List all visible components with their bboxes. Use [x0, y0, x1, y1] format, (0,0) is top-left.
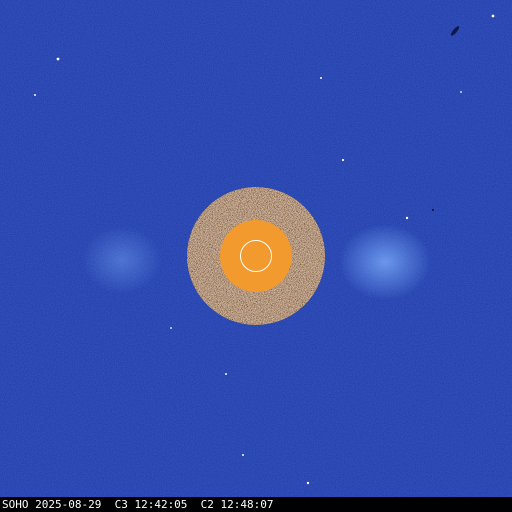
timestamp-caption: SOHO 2025-08-29 C3 12:42:05 C2 12:48:07: [2, 498, 274, 511]
west-coronal-glow: [82, 226, 162, 294]
caption-bar: SOHO 2025-08-29 C3 12:42:05 C2 12:48:07: [0, 497, 512, 512]
coronagraph-view: SOHO 2025-08-29 C3 12:42:05 C2 12:48:07: [0, 0, 512, 512]
east-coronal-glow: [339, 224, 431, 300]
occulter: [187, 187, 325, 325]
coronagraph-image: [0, 0, 512, 497]
occulter-disk: [220, 220, 292, 292]
